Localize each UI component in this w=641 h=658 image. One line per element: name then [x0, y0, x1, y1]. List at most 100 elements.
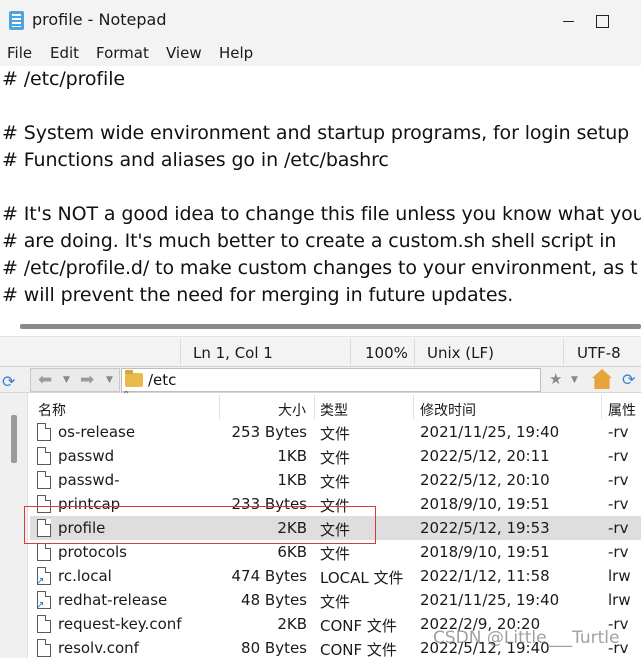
column-type-header[interactable]: 类型: [320, 400, 348, 420]
bookmark-dropdown-icon[interactable]: ▼: [571, 375, 578, 385]
refresh-icon[interactable]: ⟳: [2, 372, 15, 391]
sort-indicator-icon: ⌃: [122, 390, 131, 401]
file-icon: [37, 423, 51, 441]
file-attr: -rv: [608, 471, 629, 489]
menu-view[interactable]: View: [166, 44, 202, 62]
menu-help[interactable]: Help: [219, 44, 253, 62]
file-list-header: 名称 ⌃ 大小 类型 修改时间 属性: [30, 390, 641, 420]
back-arrow-icon[interactable]: ⬅: [38, 370, 52, 390]
editor-line: # Functions and aliases go in /etc/bashr…: [2, 149, 389, 171]
file-attr: -rv: [608, 495, 629, 513]
file-type: CONF 文件: [320, 617, 397, 635]
column-separator[interactable]: [219, 395, 220, 419]
editor-line: # are doing. It's much better to create …: [2, 230, 617, 252]
status-encoding: UTF-8: [577, 344, 621, 362]
maximize-button[interactable]: [592, 0, 638, 40]
path-input[interactable]: /etc: [121, 368, 541, 392]
text-editor[interactable]: # /etc/profile # System wide environment…: [0, 66, 641, 318]
file-row[interactable]: passwd- 1KB 文件 2022/5/12, 20:10 -rv: [30, 468, 641, 492]
file-name: passwd: [58, 447, 115, 465]
forward-dropdown-icon[interactable]: ▼: [106, 375, 113, 385]
file-type: 文件: [320, 449, 351, 467]
file-type: CONF 文件: [320, 641, 397, 658]
editor-line: # System wide environment and startup pr…: [2, 122, 630, 144]
column-modified-header[interactable]: 修改时间: [420, 400, 476, 420]
file-modified: 2022/5/12, 19:53: [420, 519, 550, 537]
editor-line: # /etc/profile.d/ to make custom changes…: [2, 257, 638, 279]
horizontal-scrollbar[interactable]: [0, 318, 641, 336]
file-modified: 2018/9/10, 19:51: [420, 495, 550, 513]
file-attr: -rv: [608, 543, 629, 561]
editor-line: # will prevent the need for merging in f…: [2, 284, 514, 306]
home-icon[interactable]: [592, 369, 612, 389]
status-separator: [414, 339, 415, 365]
folder-icon: [125, 370, 143, 387]
status-zoom: 100%: [365, 344, 408, 362]
file-size: 1KB: [277, 447, 307, 465]
file-name: passwd-: [58, 471, 120, 489]
file-attr: lrw: [608, 591, 631, 609]
file-row[interactable]: rc.local 474 Bytes LOCAL 文件 2022/1/12, 1…: [30, 564, 641, 588]
file-modified: 2018/9/10, 19:51: [420, 543, 550, 561]
file-icon: [37, 615, 51, 633]
file-row[interactable]: os-release 253 Bytes 文件 2021/11/25, 19:4…: [30, 420, 641, 444]
forward-arrow-icon[interactable]: ➡: [80, 370, 94, 390]
refresh-icon[interactable]: ⟳: [622, 370, 635, 389]
menu-format[interactable]: Format: [96, 44, 149, 62]
notepad-app-icon: [9, 11, 24, 30]
file-name: redhat-release: [58, 591, 168, 609]
scrollbar-thumb[interactable]: [11, 415, 17, 463]
minimize-button[interactable]: [545, 0, 591, 40]
file-size: 474 Bytes: [231, 567, 308, 585]
menu-bar: File Edit Format View Help: [0, 40, 641, 66]
file-name: resolv.conf: [58, 639, 139, 657]
file-modified: 2022/1/12, 11:58: [420, 567, 550, 585]
scrollbar-thumb[interactable]: [20, 324, 641, 329]
file-attr: -rv: [608, 519, 629, 537]
column-separator[interactable]: [314, 395, 315, 419]
file-type: 文件: [320, 545, 351, 563]
symlink-file-icon: [36, 567, 51, 587]
notepad-titlebar: profile - Notepad: [0, 0, 641, 40]
status-position: Ln 1, Col 1: [193, 344, 273, 362]
file-type: 文件: [320, 473, 351, 491]
file-name: request-key.conf: [58, 615, 182, 633]
file-name: rc.local: [58, 567, 112, 585]
bookmark-star-icon[interactable]: ★: [549, 370, 562, 388]
file-icon: [37, 471, 51, 489]
file-attr: -rv: [608, 447, 629, 465]
menu-edit[interactable]: Edit: [50, 44, 79, 62]
status-separator: [180, 339, 181, 365]
status-separator: [350, 339, 351, 365]
highlight-annotation-box: [24, 506, 376, 544]
file-type: LOCAL 文件: [320, 569, 404, 587]
column-size-header[interactable]: 大小: [278, 400, 306, 420]
menu-file[interactable]: File: [7, 44, 32, 62]
file-icon: [37, 447, 51, 465]
file-type: 文件: [320, 425, 351, 443]
column-name-header[interactable]: 名称: [38, 400, 66, 420]
file-row[interactable]: passwd 1KB 文件 2022/5/12, 20:11 -rv: [30, 444, 641, 468]
path-text: /etc: [148, 371, 177, 389]
file-name: os-release: [58, 423, 136, 441]
file-icon: [37, 543, 51, 561]
watermark-text: CSDN @Little___Turtle: [433, 628, 620, 648]
file-name: protocols: [58, 543, 128, 561]
back-dropdown-icon[interactable]: ▼: [63, 375, 70, 385]
editor-line: # /etc/profile: [2, 68, 125, 90]
file-modified: 2021/11/25, 19:40: [420, 591, 560, 609]
file-icon: [37, 639, 51, 657]
status-separator: [563, 339, 564, 365]
file-modified: 2022/5/12, 20:10: [420, 471, 550, 489]
column-attr-header[interactable]: 属性: [608, 400, 636, 420]
file-size: 48 Bytes: [241, 591, 307, 609]
file-size: 1KB: [277, 471, 307, 489]
column-separator[interactable]: [413, 395, 414, 419]
file-modified: 2021/11/25, 19:40: [420, 423, 560, 441]
file-type: 文件: [320, 593, 351, 611]
file-row[interactable]: redhat-release 48 Bytes 文件 2021/11/25, 1…: [30, 588, 641, 612]
file-modified: 2022/5/12, 20:11: [420, 447, 550, 465]
file-size: 6KB: [277, 543, 307, 561]
column-separator[interactable]: [601, 395, 602, 419]
editor-line: # It's NOT a good idea to change this fi…: [2, 203, 641, 225]
